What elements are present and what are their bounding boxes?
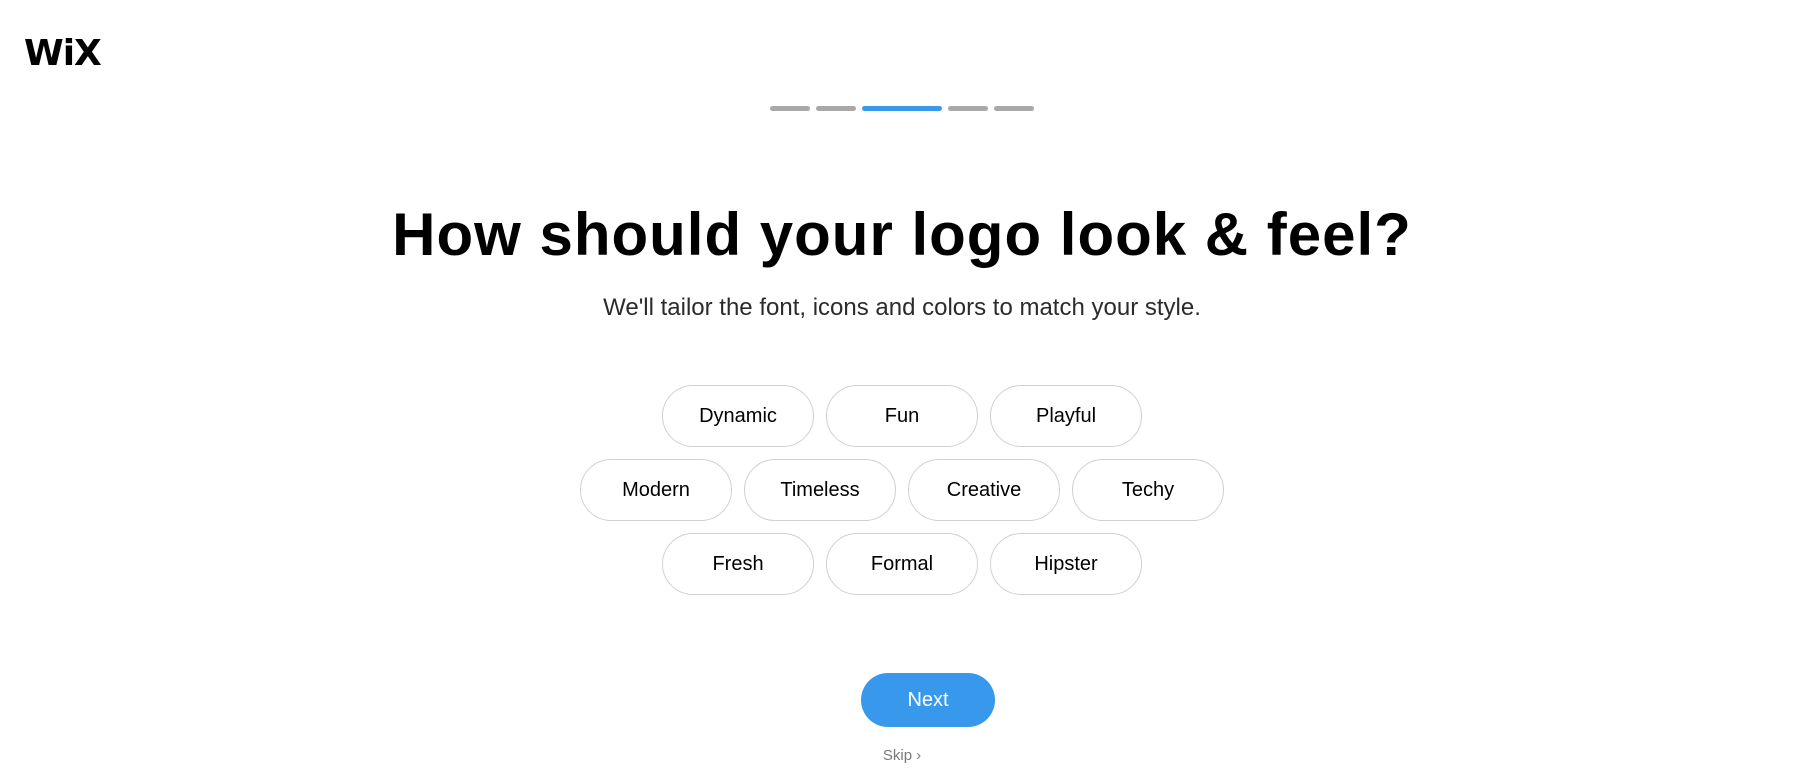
option-creative[interactable]: Creative	[908, 459, 1060, 521]
page-subtitle: We'll tailor the font, icons and colors …	[603, 294, 1201, 321]
progress-step-4	[948, 106, 988, 111]
page-title: How should your logo look & feel?	[392, 201, 1412, 268]
option-formal[interactable]: Formal	[826, 533, 978, 595]
skip-link[interactable]: Skip ›	[0, 747, 1804, 764]
options-row: Dynamic Fun Playful	[0, 385, 1804, 447]
option-hipster[interactable]: Hipster	[990, 533, 1142, 595]
progress-step-1	[770, 106, 810, 111]
chevron-right-icon: ›	[916, 747, 922, 764]
option-fresh[interactable]: Fresh	[662, 533, 814, 595]
option-timeless[interactable]: Timeless	[744, 459, 896, 521]
progress-indicator	[0, 106, 1804, 111]
option-playful[interactable]: Playful	[990, 385, 1142, 447]
wix-logo[interactable]: WiX	[24, 36, 102, 72]
option-dynamic[interactable]: Dynamic	[662, 385, 814, 447]
option-modern[interactable]: Modern	[580, 459, 732, 521]
skip-label: Skip	[882, 747, 913, 764]
next-button[interactable]: Next	[861, 673, 995, 727]
option-fun[interactable]: Fun	[826, 385, 978, 447]
style-options: Dynamic Fun Playful Modern Timeless Crea…	[0, 385, 1804, 607]
options-row: Modern Timeless Creative Techy	[0, 459, 1804, 521]
progress-step-3-current	[862, 106, 942, 111]
option-techy[interactable]: Techy	[1072, 459, 1224, 521]
progress-step-5	[994, 106, 1034, 111]
options-row: Fresh Formal Hipster	[0, 533, 1804, 595]
progress-step-2	[816, 106, 856, 111]
